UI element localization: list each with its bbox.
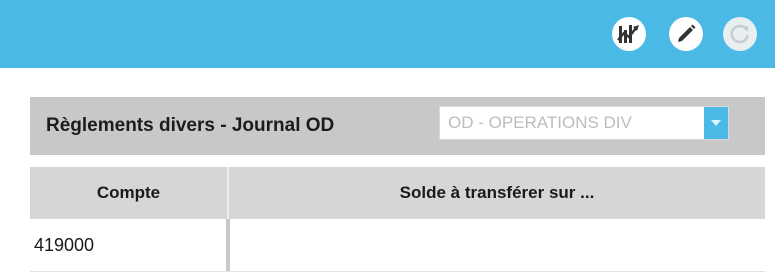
table-header: Compte Solde à transférer sur ...	[30, 167, 765, 219]
cell-compte[interactable]: 419000	[34, 219, 94, 271]
journal-panel: Règlements divers - Journal OD OD - OPER…	[30, 97, 765, 155]
top-toolbar	[0, 0, 775, 68]
column-header-solde[interactable]: Solde à transférer sur ...	[229, 167, 765, 219]
caret-down-icon[interactable]	[704, 107, 728, 139]
journal-select-value: OD - OPERATIONS DIV	[448, 113, 632, 132]
panel-title: Règlements divers - Journal OD	[46, 115, 335, 136]
cell-solde[interactable]	[230, 219, 765, 271]
edit-button[interactable]	[669, 17, 703, 51]
column-header-compte[interactable]: Compte	[30, 167, 227, 219]
refresh-button[interactable]	[723, 17, 757, 51]
chart-button[interactable]	[612, 17, 646, 51]
table-row[interactable]: 419000	[30, 219, 765, 272]
pencil-icon	[678, 24, 696, 42]
chart-icon	[617, 25, 639, 43]
refresh-icon	[730, 24, 749, 44]
journal-select[interactable]: OD - OPERATIONS DIV	[439, 106, 729, 140]
